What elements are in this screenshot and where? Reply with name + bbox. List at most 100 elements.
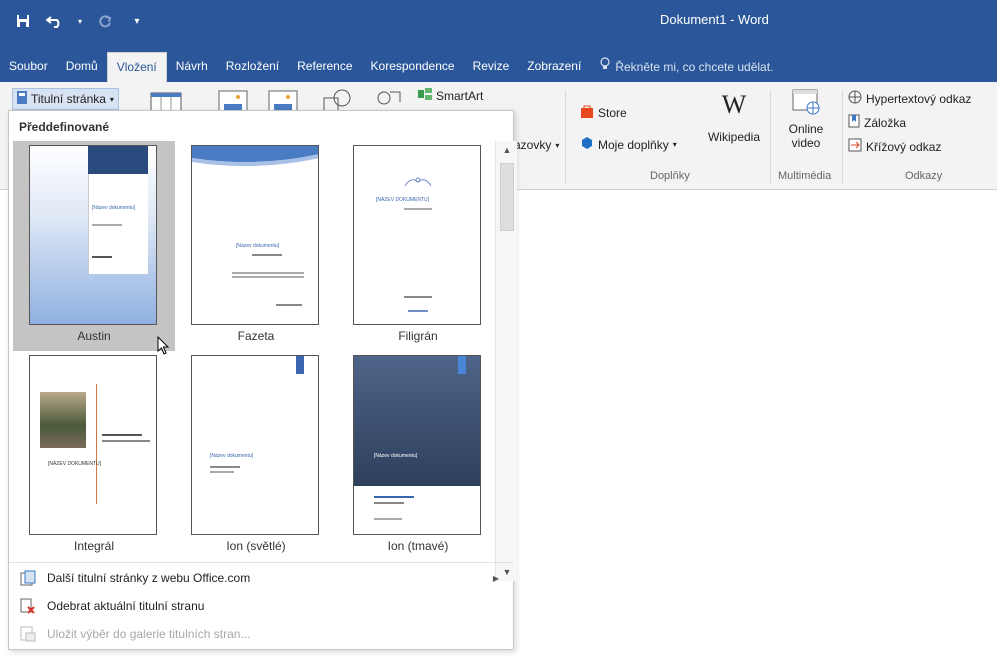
undo-dropdown-icon[interactable]: ▾ (76, 10, 84, 32)
tab-rozlozeni[interactable]: Rozložení (217, 52, 288, 82)
addins-icon (580, 136, 594, 153)
cover-page-button[interactable]: Titulní stránka ▾ (12, 88, 119, 110)
save-to-gallery-icon (19, 625, 37, 643)
screenshot-label: azovky (514, 138, 552, 152)
gallery-scrollbar[interactable]: ▲ ▼ (495, 141, 517, 581)
my-addins-button[interactable]: Moje doplňky ▾ (580, 136, 677, 153)
table-icon[interactable] (150, 92, 182, 112)
bookmark-icon (848, 114, 860, 131)
smartart-icon (418, 88, 432, 103)
hyperlink-icon (848, 90, 862, 107)
group-label-media: Multimédia (778, 170, 832, 182)
smartart-label: SmartArt (436, 88, 484, 103)
cover-thumb-ion-dark[interactable]: [Název dokumentu] Ion (tmavé) (337, 351, 499, 561)
submenu-arrow-icon: ▶ (492, 573, 499, 583)
my-addins-label: Moje doplňky (598, 137, 669, 152)
thumb-title: [NÁZEV DOKUMENTU] (376, 197, 430, 203)
tab-soubor[interactable]: Soubor (0, 52, 57, 82)
mouse-cursor-icon (157, 335, 171, 359)
smartart-button[interactable]: SmartArt (418, 88, 483, 103)
cover-page-menu: Další titulní stránky z webu Office.com … (9, 562, 513, 642)
thumb-title: [Název dokumentu] (92, 205, 136, 211)
hyperlink-label: Hypertextový odkaz (866, 91, 972, 106)
customize-qat-icon[interactable]: ▾ (126, 10, 148, 32)
tab-navrh[interactable]: Návrh (167, 52, 217, 82)
thumb-page: [NÁZEV DOKUMENTU] (29, 355, 157, 535)
online-video-label-1: Online (788, 122, 824, 136)
undo-icon[interactable] (44, 10, 66, 32)
redo-icon[interactable] (94, 10, 116, 32)
menu-item-label: Uložit výběr do galerie titulních stran.… (47, 627, 251, 641)
menu-more-cover-pages[interactable]: Další titulní stránky z webu Office.com … (9, 565, 513, 591)
cover-thumb-austin[interactable]: [Název dokumentu] Austin (13, 141, 175, 351)
thumb-page: [Název dokumentu] (353, 355, 481, 535)
thumb-page: [Název dokumentu] (191, 355, 319, 535)
thumb-page: [NÁZEV DOKUMENTU] (353, 145, 481, 325)
tab-zobrazeni[interactable]: Zobrazení (518, 52, 590, 82)
wikipedia-icon: W (721, 90, 747, 119)
chevron-down-icon: ▾ (672, 140, 677, 149)
cover-page-icon (17, 91, 27, 107)
thumb-label: Fazeta (237, 329, 275, 343)
tell-me-box[interactable]: Řekněte mi, co chcete udělat. (590, 52, 773, 82)
scroll-up-icon[interactable]: ▲ (496, 141, 518, 159)
group-label-links: Odkazy (905, 170, 943, 182)
office-com-icon (19, 569, 37, 587)
thumb-title: [Název dokumentu] (236, 243, 280, 249)
menu-save-selection: Uložit výběr do galerie titulních stran.… (9, 621, 513, 647)
thumb-label: Filigrán (398, 329, 438, 343)
tab-korespondence[interactable]: Korespondence (362, 52, 464, 82)
cover-thumb-fazeta[interactable]: [Název dokumentu] Fazeta (175, 141, 337, 351)
cover-thumb-ion-light[interactable]: [Název dokumentu] Ion (světlé) (175, 351, 337, 561)
menu-item-label: Odebrat aktuální titulní stranu (47, 599, 205, 613)
online-video-icon (776, 88, 836, 122)
screenshot-button[interactable]: azovky ▾ (514, 138, 559, 152)
wikipedia-label: Wikipedia (707, 130, 761, 144)
thumb-page: [Název dokumentu] (191, 145, 319, 325)
thumb-label: Austin (77, 329, 111, 343)
cross-reference-button[interactable]: Křížový odkaz (848, 138, 941, 155)
separator (842, 90, 843, 184)
online-video-button[interactable]: Online video (776, 88, 836, 150)
chevron-down-icon: ▾ (109, 94, 114, 104)
thumb-title: [NÁZEV DOKUMENTU] (48, 461, 102, 467)
save-icon[interactable] (12, 10, 34, 32)
title-bar: ▾ ▾ Dokument1 - Word (0, 0, 997, 44)
tab-vlozeni[interactable]: Vložení (106, 52, 167, 82)
quick-access-toolbar: ▾ ▾ (12, 10, 148, 32)
separator (565, 90, 566, 184)
gallery-header: Předdefinované (19, 120, 110, 134)
window-title: Dokument1 - Word (660, 12, 769, 27)
thumb-title: [Název dokumentu] (210, 453, 254, 459)
menu-item-label: Další titulní stránky z webu Office.com (47, 571, 251, 585)
wikipedia-button[interactable]: W Wikipedia (704, 90, 764, 144)
tab-revize[interactable]: Revize (464, 52, 519, 82)
cross-reference-icon (848, 138, 862, 155)
cover-thumb-filigran[interactable]: [NÁZEV DOKUMENTU] Filigrán (337, 141, 499, 351)
store-label: Store (598, 105, 627, 120)
cross-reference-label: Křížový odkaz (866, 139, 942, 154)
bookmark-label: Záložka (864, 115, 907, 130)
store-icon (580, 104, 594, 121)
tab-reference[interactable]: Reference (288, 52, 361, 82)
ribbon-tabs: Soubor Domů Vložení Návrh Rozložení Refe… (0, 44, 997, 82)
cover-page-label: Titulní stránka (31, 92, 106, 106)
hyperlink-button[interactable]: Hypertextový odkaz (848, 90, 971, 107)
remove-page-icon (19, 597, 37, 615)
scroll-thumb[interactable] (500, 163, 514, 231)
separator (770, 90, 771, 184)
thumb-page: [Název dokumentu] (29, 145, 157, 325)
lightbulb-icon (600, 53, 610, 81)
tell-me-text: Řekněte mi, co chcete udělat. (615, 60, 774, 74)
menu-remove-cover-page[interactable]: Odebrat aktuální titulní stranu (9, 593, 513, 619)
store-button[interactable]: Store (580, 104, 627, 121)
thumb-label: Ion (světlé) (226, 539, 286, 553)
group-label-addins: Doplňky (650, 170, 690, 182)
bookmark-button[interactable]: Záložka (848, 114, 906, 131)
chevron-down-icon: ▾ (555, 140, 560, 150)
thumb-title: [Název dokumentu] (374, 453, 418, 459)
thumb-label: Ion (tmavé) (387, 539, 449, 553)
cover-thumb-integral[interactable]: [NÁZEV DOKUMENTU] Integrál (13, 351, 175, 561)
tab-domu[interactable]: Domů (57, 52, 107, 82)
online-video-label-2: video (791, 136, 821, 150)
